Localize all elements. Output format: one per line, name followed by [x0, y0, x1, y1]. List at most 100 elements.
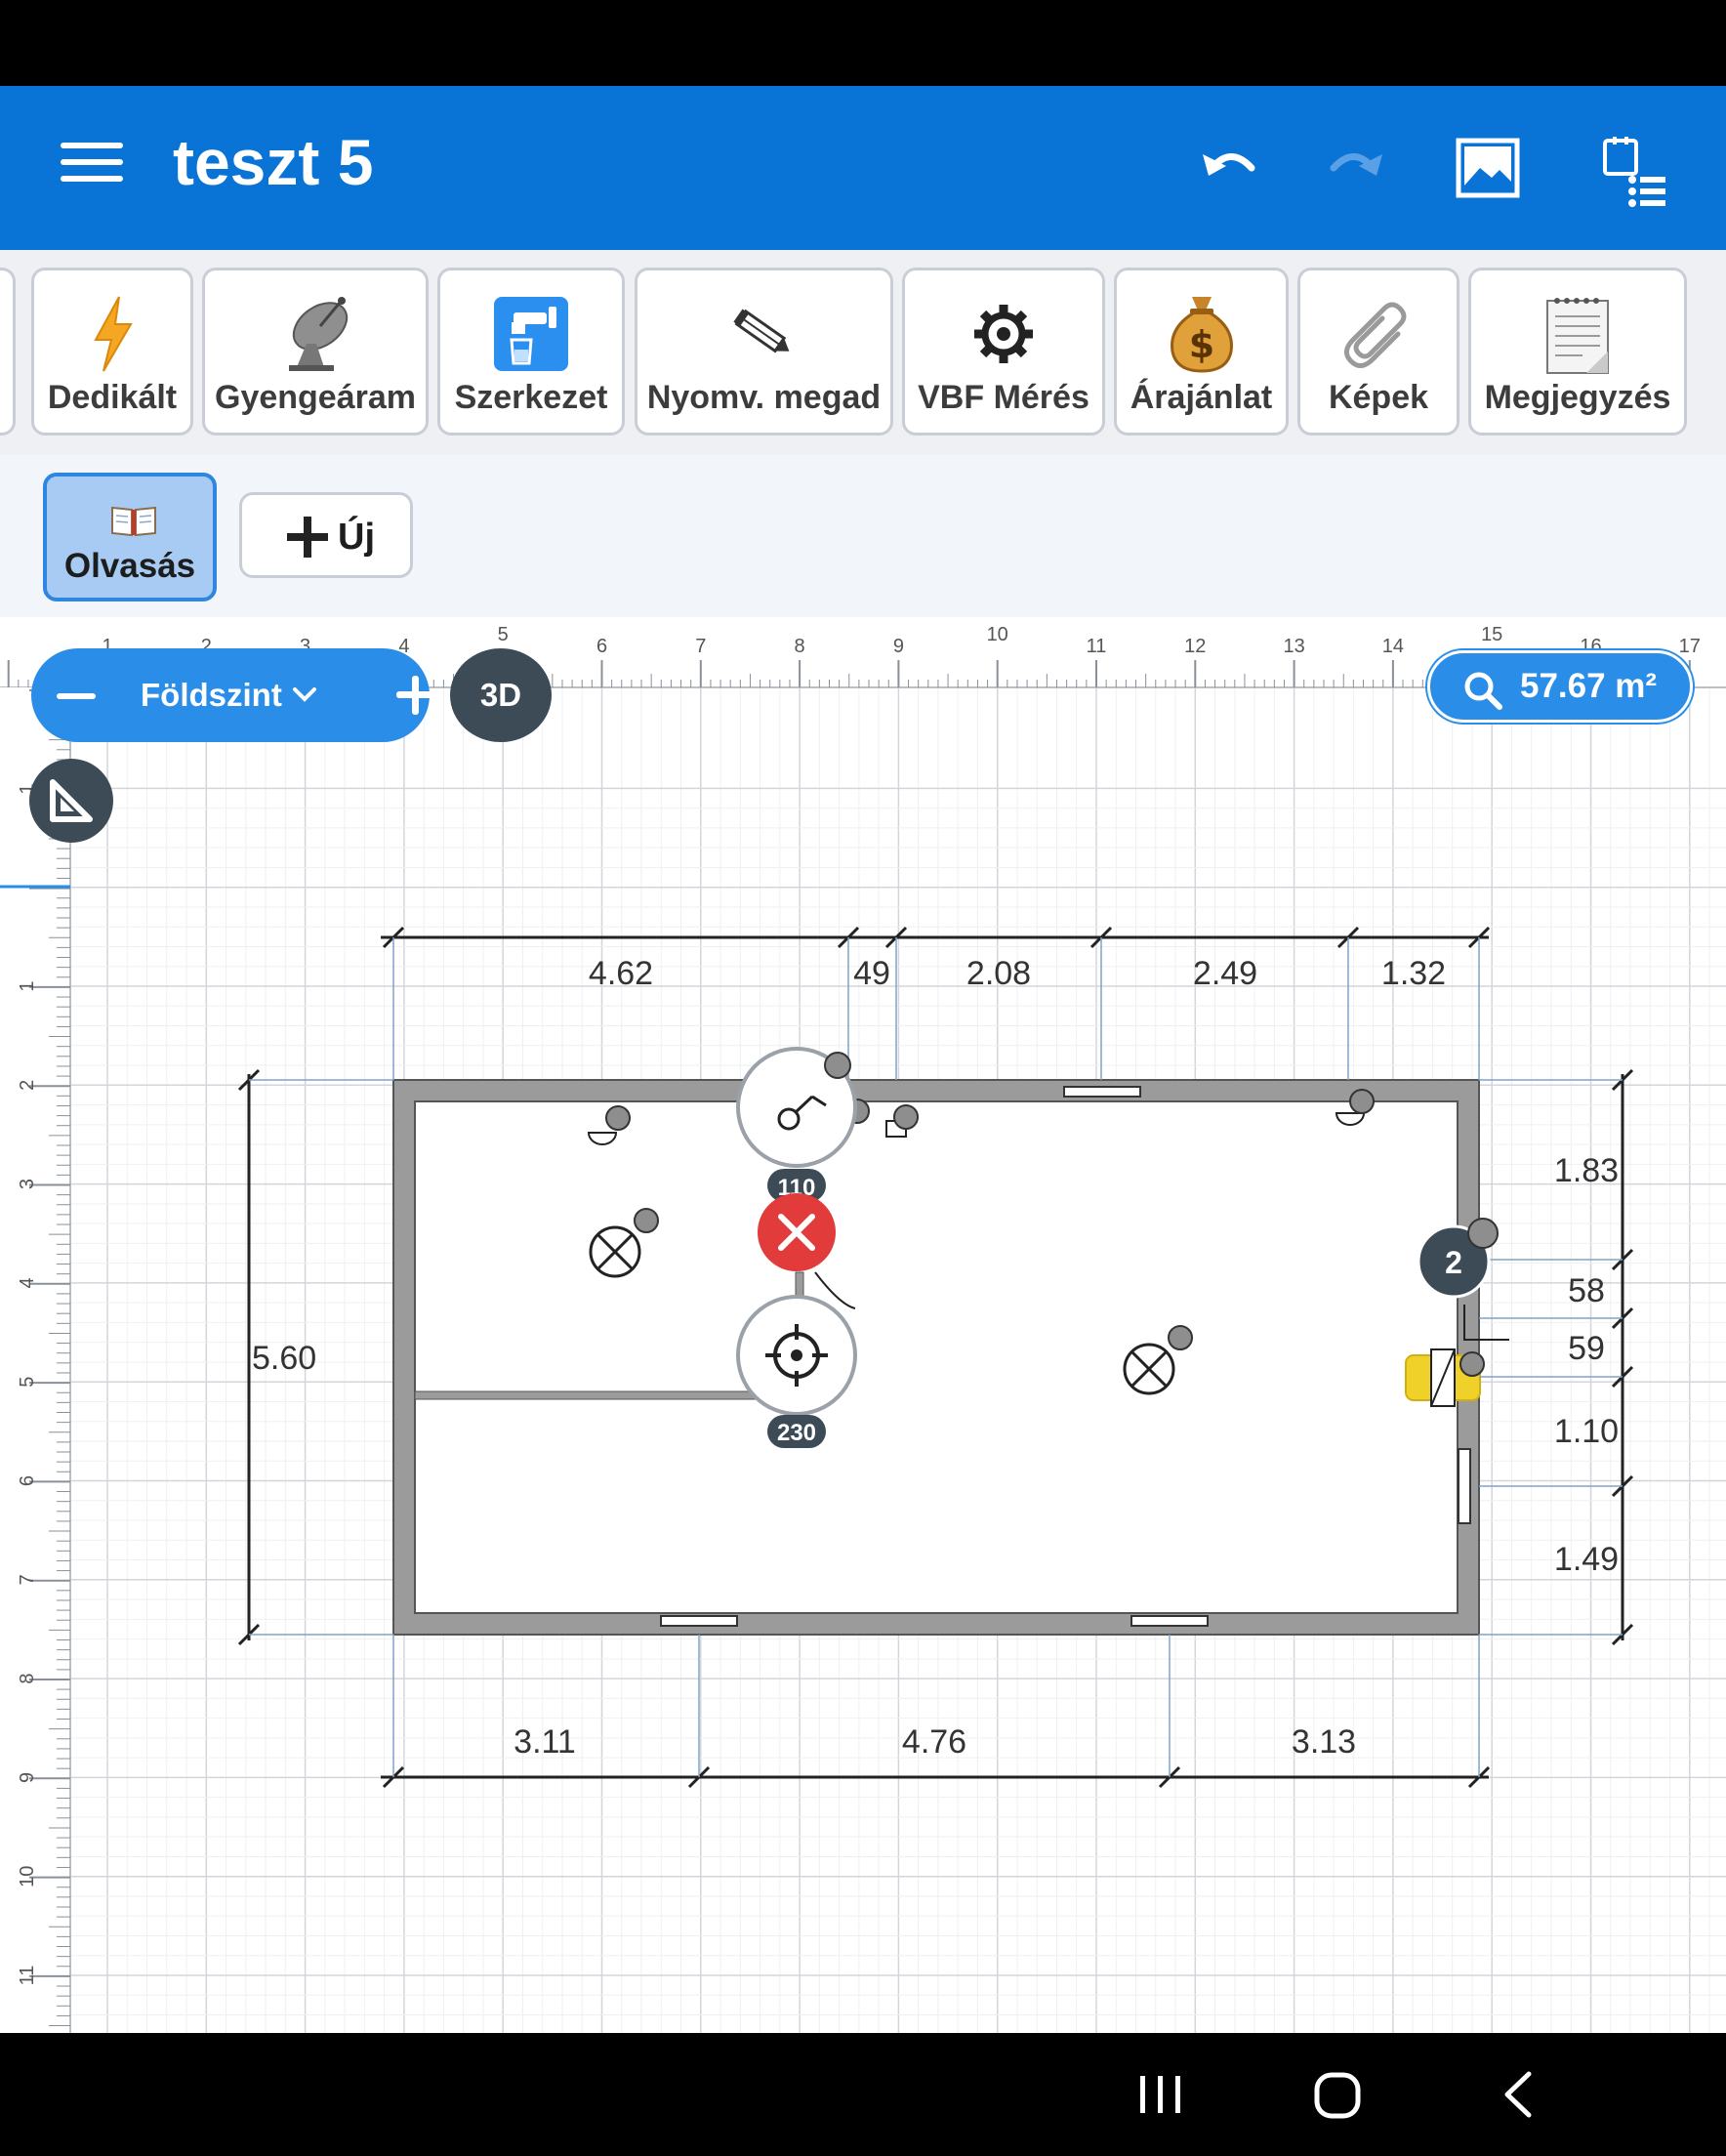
view-3d-button[interactable]: 3D	[450, 648, 552, 742]
status-bar	[0, 0, 1726, 86]
floor-dropdown[interactable]: Földszint	[141, 672, 317, 719]
ruler-label: 8	[17, 1674, 38, 1684]
image-icon[interactable]	[1453, 133, 1523, 203]
ruler-label: 4	[17, 1277, 38, 1288]
ruler-label: 5	[498, 624, 509, 645]
floor-up-button[interactable]	[389, 670, 443, 721]
undo-icon[interactable]	[1195, 133, 1265, 203]
ruler-label: 5	[17, 1377, 38, 1388]
dimension-label: 1.83	[1554, 1152, 1619, 1189]
recents-icon[interactable]	[1127, 2062, 1195, 2127]
tool-dedikalt[interactable]: Dedikált	[31, 268, 193, 435]
element-handle	[1349, 1089, 1375, 1114]
element-handle	[634, 1208, 659, 1233]
toolbar-overflow-item[interactable]	[0, 268, 16, 435]
book-icon	[110, 504, 157, 542]
ruler-label: 8	[795, 636, 805, 657]
device-count-label: 2	[1445, 1245, 1462, 1280]
system-nav-bar	[0, 2033, 1726, 2156]
dimension-label: 49	[853, 955, 890, 992]
tool-megjegyzes[interactable]: Megjegyzés	[1468, 268, 1687, 435]
dimension-label: 4.62	[589, 955, 653, 992]
toolbar: Dedikált Gyengeáram Szerkezet Nyomv. meg…	[0, 250, 1726, 455]
svg-text:$: $	[1188, 323, 1213, 366]
window	[1458, 1448, 1471, 1524]
ruler-label: 12	[1184, 636, 1206, 657]
read-mode-button[interactable]: Olvasás	[43, 473, 217, 601]
page-title: teszt 5	[173, 126, 374, 198]
dimension-label: 4.76	[902, 1723, 966, 1761]
window	[1130, 1615, 1209, 1627]
redo-icon[interactable]	[1320, 133, 1390, 203]
ruler-label: 10	[17, 1866, 38, 1887]
tool-gyengearam[interactable]: Gyengeáram	[202, 268, 429, 435]
element-handle	[824, 1052, 851, 1079]
window	[1063, 1086, 1141, 1098]
ruler-label: 15	[1481, 624, 1502, 645]
dimension-label: 1.10	[1554, 1413, 1619, 1450]
ruler-label: 11	[1087, 636, 1107, 657]
paperclip-icon	[1300, 292, 1457, 376]
dimension-label: 1.49	[1554, 1541, 1619, 1578]
tool-szerkezet[interactable]: Szerkezet	[437, 268, 625, 435]
chevron-down-icon	[292, 687, 316, 702]
task-list-icon[interactable]	[1601, 133, 1671, 207]
dimension-label: 5.60	[252, 1340, 316, 1377]
pencil-icon	[637, 292, 890, 376]
ruler-label: 1	[17, 980, 38, 991]
lightning-icon	[34, 292, 190, 376]
ruler-label: 7	[695, 636, 706, 657]
element-handle	[1459, 1351, 1485, 1377]
ruler-label: 13	[1283, 636, 1304, 657]
faucet-icon	[440, 292, 622, 376]
dimension-label: 3.11	[514, 1723, 576, 1761]
menu-icon[interactable]	[61, 143, 123, 195]
plus-icon	[396, 676, 435, 715]
floor-plan[interactable]: 1 2 3 456 7 8 91011 12 13 141516 17112345678910114…	[0, 617, 1726, 2033]
area-zoom-button[interactable]: 57.67 m²	[1427, 650, 1693, 723]
ruler-label: 9	[893, 636, 904, 657]
tool-arajanlat[interactable]: $ Árajánlat	[1114, 268, 1289, 435]
internal-wall	[414, 1390, 760, 1400]
home-icon[interactable]	[1304, 2062, 1373, 2127]
ruler-label: 11	[17, 1966, 38, 1986]
set-square-icon	[50, 779, 93, 822]
floor-selector: Földszint	[31, 648, 435, 742]
window	[660, 1615, 738, 1627]
internal-wall	[795, 1271, 804, 1299]
element-handle	[605, 1105, 631, 1131]
ruler-label: 6	[17, 1475, 38, 1486]
element-handle	[1168, 1325, 1193, 1350]
element-handle	[1467, 1218, 1499, 1249]
back-icon[interactable]	[1486, 2062, 1554, 2127]
ruler-label: 9	[17, 1772, 38, 1783]
app-bar: teszt 5	[0, 86, 1726, 250]
dimension-label: 58	[1568, 1272, 1605, 1309]
notepad-icon	[1471, 292, 1684, 376]
tool-vbf-meres[interactable]: VBF Mérés	[902, 268, 1105, 435]
tool-kepek[interactable]: Képek	[1297, 268, 1459, 435]
element-handle	[893, 1104, 919, 1130]
new-button[interactable]: Új	[239, 492, 413, 578]
target-icon	[791, 1349, 802, 1361]
ruler-label: 10	[987, 624, 1008, 645]
subbar: Olvasás Új	[0, 455, 1726, 617]
plus-icon	[285, 515, 330, 564]
ruler-label: 14	[1382, 636, 1404, 657]
dimension-label: 2.49	[1193, 955, 1257, 992]
floor-plan-canvas[interactable]: 1 2 3 4 5 6 7 8 9 10 11 12 13 14 15 16 17 1 1 2 3 4 5 6 7 8 9 10 11 4…	[0, 617, 1726, 2033]
ruler-label: 7	[17, 1574, 38, 1585]
dimension-label: 59	[1568, 1330, 1605, 1367]
dimension-label: 1.32	[1381, 955, 1446, 992]
tool-nyomv-megad[interactable]: Nyomv. megad	[635, 268, 893, 435]
dimension-label: 2.08	[966, 955, 1031, 992]
floor-down-button[interactable]	[51, 670, 105, 721]
ruler-label: 6	[596, 636, 607, 657]
money-bag-icon: $	[1117, 292, 1286, 376]
ruler-label: 17	[1679, 636, 1701, 657]
measure-tool-button[interactable]	[29, 759, 113, 843]
search-icon	[1461, 669, 1504, 717]
left-ruler	[0, 687, 70, 2033]
ruler-label: 2	[17, 1080, 38, 1091]
gear-icon	[905, 292, 1102, 376]
